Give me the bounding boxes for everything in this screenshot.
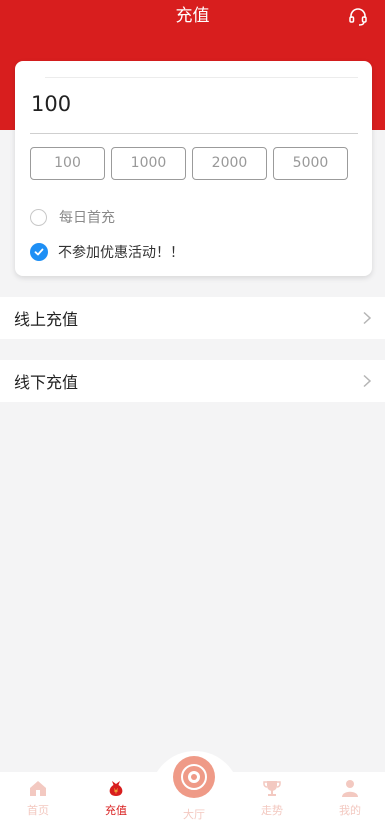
preset-100-button[interactable]: 100 bbox=[30, 147, 105, 180]
row-label: 线下充值 bbox=[14, 373, 79, 392]
tab-label: 我的 bbox=[339, 804, 361, 817]
tab-recharge[interactable]: ¥ 充值 bbox=[86, 778, 146, 818]
lobby-button[interactable] bbox=[173, 756, 215, 798]
online-recharge-row[interactable]: 线上充值 bbox=[0, 297, 385, 339]
preset-1000-button[interactable]: 1000 bbox=[111, 147, 186, 180]
no-promotion-option[interactable]: 不参加优惠活动！！ bbox=[30, 242, 184, 262]
person-icon bbox=[342, 780, 358, 797]
preset-2000-button[interactable]: 2000 bbox=[192, 147, 267, 180]
tab-mine[interactable]: 我的 bbox=[320, 778, 380, 818]
tab-label: 首页 bbox=[27, 804, 49, 817]
radio-unchecked-icon[interactable] bbox=[30, 208, 47, 226]
headset-icon[interactable] bbox=[348, 7, 368, 27]
svg-text:¥: ¥ bbox=[114, 788, 119, 796]
tab-home[interactable]: 首页 bbox=[8, 778, 68, 818]
chevron-right-icon bbox=[363, 311, 372, 325]
tab-lobby-label[interactable]: 大厅 bbox=[163, 806, 225, 822]
recharge-card: 100 100 1000 2000 5000 每日首充 不参加优惠活动！！ bbox=[15, 61, 372, 276]
lobby-ball-icon bbox=[181, 764, 207, 790]
checkmark-icon[interactable] bbox=[30, 243, 48, 261]
money-bag-icon: ¥ bbox=[109, 781, 123, 796]
option-label: 不参加优惠活动！！ bbox=[58, 245, 184, 261]
tab-label: 充值 bbox=[105, 804, 127, 817]
option-label: 每日首充 bbox=[59, 210, 115, 226]
divider bbox=[45, 77, 358, 78]
tab-trend[interactable]: 走势 bbox=[242, 778, 302, 818]
tab-label: 走势 bbox=[261, 804, 283, 817]
daily-first-recharge-option[interactable]: 每日首充 bbox=[30, 207, 115, 227]
home-icon bbox=[30, 781, 46, 796]
offline-recharge-row[interactable]: 线下充值 bbox=[0, 360, 385, 402]
page-title: 充值 bbox=[175, 6, 210, 26]
row-label: 线上充值 bbox=[14, 310, 79, 329]
preset-5000-button[interactable]: 5000 bbox=[273, 147, 348, 180]
divider bbox=[30, 133, 358, 134]
chevron-right-icon bbox=[363, 374, 372, 388]
trophy-icon bbox=[263, 781, 281, 796]
amount-input[interactable]: 100 bbox=[31, 92, 71, 116]
preset-amounts: 100 1000 2000 5000 bbox=[30, 147, 348, 180]
